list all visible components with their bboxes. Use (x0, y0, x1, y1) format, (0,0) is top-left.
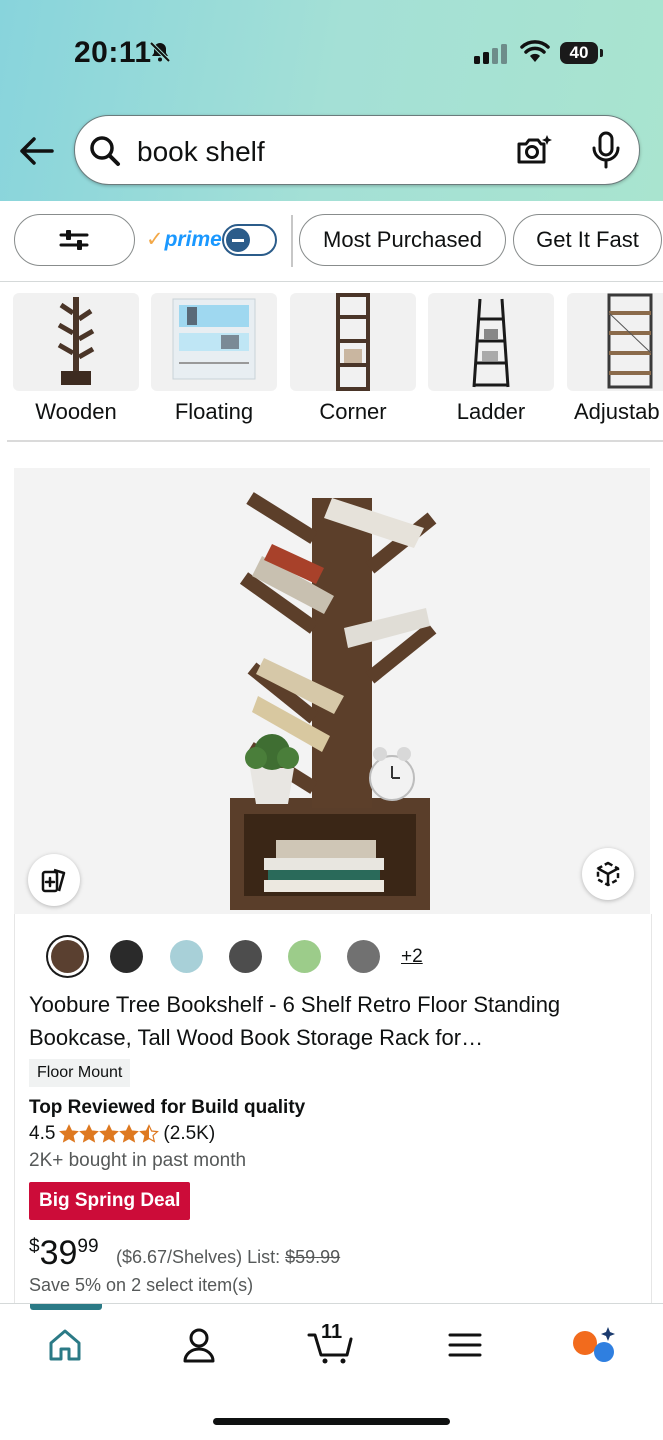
ai-assistant-icon (573, 1327, 615, 1362)
microphone-icon[interactable] (591, 131, 621, 169)
unit-price: ($6.67/Shelves) (116, 1247, 243, 1267)
category-corner[interactable]: Corner (290, 293, 416, 424)
nav-cart[interactable]: 11 (307, 1321, 355, 1365)
prime-filter-toggle[interactable]: ✓prime (146, 223, 278, 259)
search-query: book shelf (137, 136, 265, 167)
tree-bookshelf-illustration (230, 492, 437, 910)
star-rating (59, 1124, 160, 1144)
star-icon (59, 1124, 80, 1143)
add-to-compare-button[interactable] (28, 854, 80, 906)
color-swatch[interactable] (347, 940, 380, 973)
category-label: Wooden (35, 399, 117, 424)
nav-menu[interactable] (446, 1325, 486, 1365)
category-image (567, 293, 663, 391)
prime-switch[interactable] (222, 224, 277, 256)
home-indicator (213, 1418, 450, 1425)
back-arrow-icon[interactable] (18, 134, 56, 168)
bell-muted-icon (149, 41, 171, 63)
category-adjustable[interactable]: Adjustab (567, 293, 663, 424)
unit-and-list-price: ($6.67/Shelves) List: $59.99 (116, 1247, 340, 1268)
rating-value: 4.5 (29, 1123, 56, 1144)
category-ladder[interactable]: Ladder (428, 293, 554, 424)
rating-row[interactable]: 4.5 (2.5K) (29, 1123, 215, 1145)
category-label: Corner (319, 399, 387, 424)
filter-button[interactable] (14, 214, 135, 266)
category-image (151, 293, 277, 391)
color-swatch[interactable] (229, 940, 262, 973)
nav-account[interactable] (179, 1325, 219, 1365)
price-symbol: $ (29, 1236, 40, 1257)
cube-3d-icon (596, 861, 620, 887)
wifi-icon (520, 40, 550, 62)
category-carousel: Wooden Floating Corner Ladder Adjustab (0, 281, 663, 441)
top-reviewed-label: Top Reviewed for Build quality (29, 1097, 306, 1118)
status-time: 20:11 (74, 36, 152, 69)
user-icon (183, 1328, 215, 1363)
app-header: 20:11 40 book shelf (0, 0, 663, 201)
chip-most-purchased[interactable]: Most Purchased (299, 214, 506, 266)
star-icon (139, 1124, 160, 1143)
price-whole: 39 (39, 1234, 78, 1272)
view-in-3d-button[interactable] (582, 848, 634, 900)
prime-logo: ✓prime (146, 228, 222, 251)
more-colors-link[interactable]: +2 (401, 946, 423, 968)
nav-rufus[interactable] (570, 1325, 615, 1365)
home-icon (49, 1329, 81, 1361)
color-swatch[interactable] (170, 940, 203, 973)
active-tab-indicator (30, 1304, 102, 1310)
cart-count: 11 (321, 1321, 343, 1343)
category-floating[interactable]: Floating (151, 293, 277, 424)
deal-badge: Big Spring Deal (29, 1182, 191, 1220)
list-price: $59.99 (285, 1247, 341, 1267)
search-input[interactable]: book shelf (74, 115, 640, 185)
color-swatch[interactable] (288, 940, 321, 973)
product-badge: Floor Mount (29, 1059, 131, 1087)
color-swatch[interactable] (110, 940, 143, 973)
category-image (290, 293, 416, 391)
filter-bar: ✓prime Most Purchased Get It Fast (0, 201, 663, 282)
toggle-knob (226, 228, 250, 252)
product-image[interactable] (14, 468, 650, 914)
list-label: List: (247, 1247, 281, 1267)
review-count: (2.5K) (163, 1123, 216, 1144)
price-fraction: 99 (77, 1236, 99, 1257)
nav-home[interactable] (45, 1325, 85, 1365)
battery-indicator: 40 (560, 42, 603, 64)
category-image (428, 293, 554, 391)
filter-divider (291, 215, 293, 267)
star-icon (119, 1124, 140, 1143)
category-label: Floating (174, 399, 254, 424)
save-offer: Save 5% on 2 select item(s) (29, 1275, 254, 1295)
bought-count: 2K+ bought in past month (29, 1150, 247, 1171)
category-image (13, 293, 139, 391)
color-swatch[interactable] (51, 940, 84, 973)
category-wooden[interactable]: Wooden (13, 293, 139, 424)
filter-sliders-icon (59, 230, 89, 250)
star-icon (79, 1124, 100, 1143)
price: $ 39 99 (29, 1234, 99, 1272)
category-label: Adjustab (574, 399, 660, 424)
product-title[interactable]: Yoobure Tree Bookshelf - 6 Shelf Retro F… (29, 988, 629, 1054)
star-icon (99, 1124, 120, 1143)
cellular-signal-icon (474, 44, 507, 64)
camera-search-icon[interactable] (515, 133, 553, 167)
menu-icon (448, 1333, 482, 1357)
compare-cards-icon (41, 868, 66, 893)
category-label: Ladder (456, 399, 526, 424)
search-icon (90, 136, 120, 166)
section-divider (7, 440, 663, 442)
chip-get-it-fast[interactable]: Get It Fast (513, 214, 662, 266)
